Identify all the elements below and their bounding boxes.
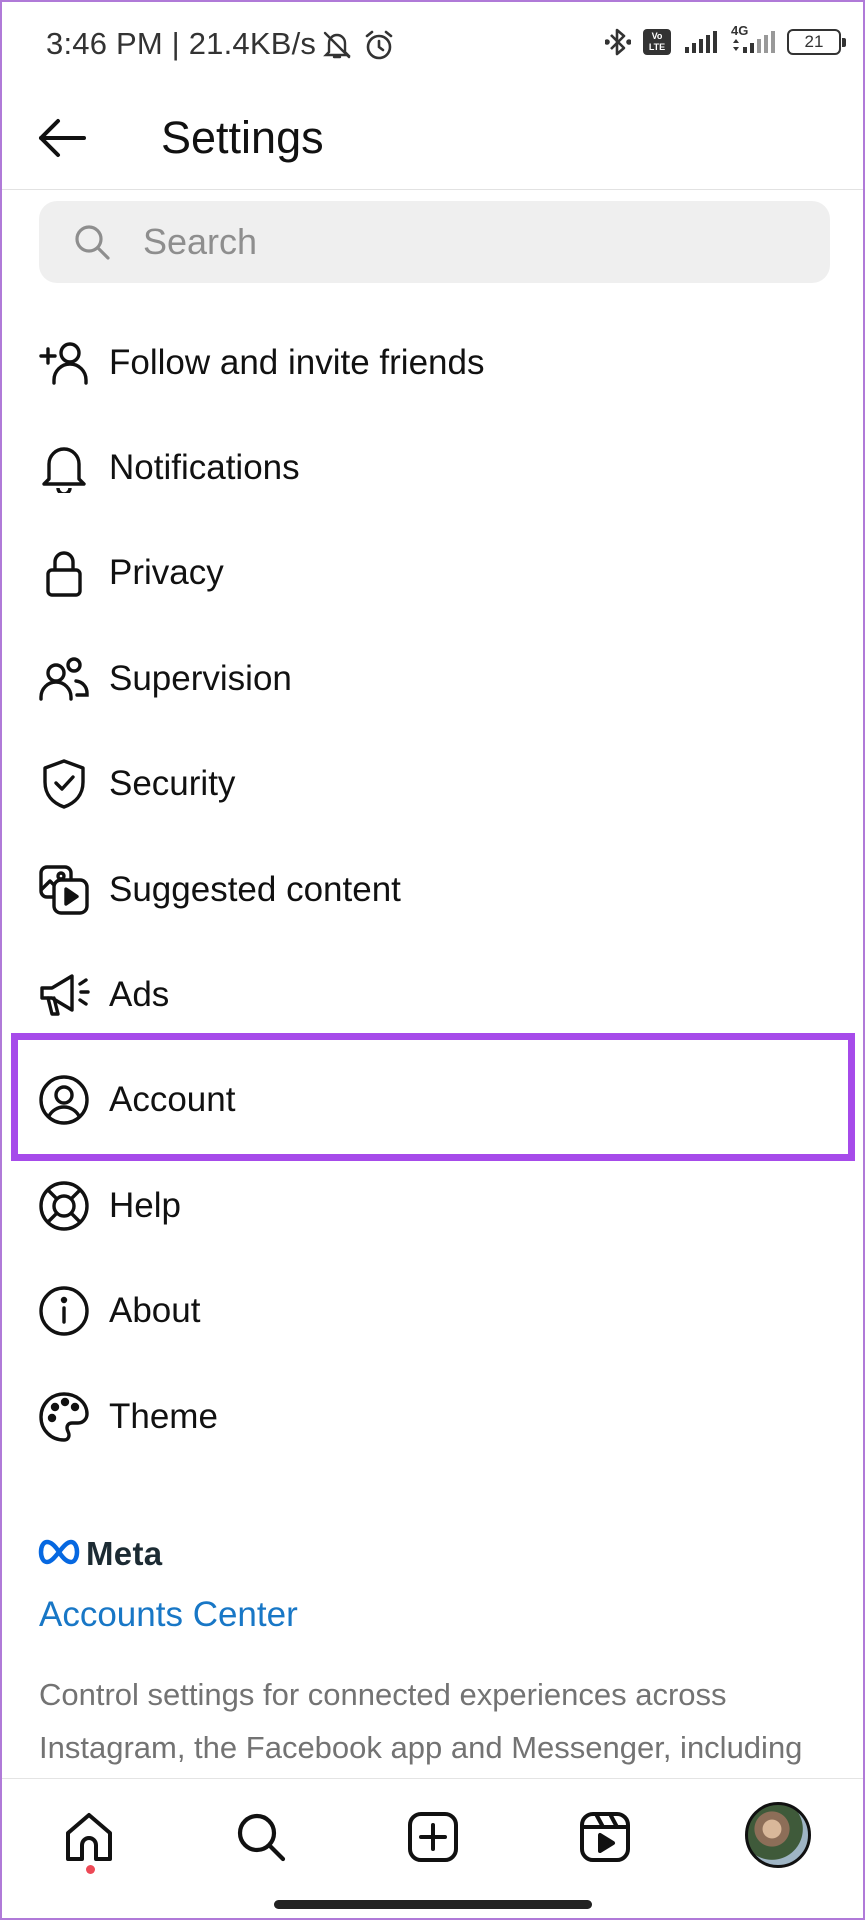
home-indicator: [274, 1900, 592, 1909]
menu-item-privacy[interactable]: Privacy: [2, 521, 863, 626]
search-icon: [235, 1811, 287, 1868]
menu-label: Theme: [109, 1396, 218, 1436]
megaphone-icon: [38, 969, 90, 1021]
nav-reels[interactable]: [573, 1807, 637, 1871]
menu-label: Privacy: [109, 553, 224, 593]
menu-item-theme[interactable]: Theme: [2, 1364, 863, 1469]
reels-icon: [579, 1811, 631, 1868]
notification-dot: [86, 1865, 95, 1874]
menu-item-security[interactable]: Security: [2, 732, 863, 837]
info-icon: [38, 1285, 90, 1337]
menu-label: Help: [109, 1185, 181, 1225]
menu-label: Notifications: [109, 448, 300, 488]
shield-check-icon: [38, 758, 90, 810]
bottom-nav: [2, 1778, 863, 1918]
menu-item-follow-invite[interactable]: Follow and invite friends: [2, 310, 863, 415]
search-icon: [73, 223, 111, 266]
meta-logo: Meta: [38, 1535, 162, 1573]
status-bar: 3:46 PM | 21.4KB/s Vo LTE 4G 21: [2, 2, 863, 88]
alarm-icon: [362, 28, 396, 62]
accounts-center-link[interactable]: Accounts Center: [39, 1595, 298, 1635]
nav-home[interactable]: [57, 1807, 121, 1871]
volte-icon: Vo LTE: [643, 29, 671, 55]
lock-icon: [38, 547, 90, 599]
screen: 3:46 PM | 21.4KB/s Vo LTE 4G 21 Settings…: [0, 0, 865, 1920]
settings-menu: Follow and invite friends Notifications …: [2, 310, 863, 1469]
back-button[interactable]: [32, 110, 92, 170]
menu-label: Supervision: [109, 658, 292, 698]
menu-item-supervision[interactable]: Supervision: [2, 626, 863, 731]
create-icon: [407, 1811, 459, 1868]
accounts-center-description: Control settings for connected experienc…: [39, 1677, 803, 1765]
signal-4g-icon: 4G: [731, 23, 775, 55]
network-label: 4G: [731, 23, 749, 38]
page-title: Settings: [161, 112, 324, 163]
search-bar[interactable]: [39, 201, 830, 283]
menu-item-help[interactable]: Help: [2, 1153, 863, 1258]
menu-label: Suggested content: [109, 869, 401, 909]
battery-icon: 21: [787, 29, 846, 55]
meta-wordmark: Meta: [86, 1535, 163, 1572]
nav-create[interactable]: [401, 1807, 465, 1871]
palette-icon: [38, 1391, 90, 1443]
status-icons-right: Vo LTE 4G 21: [605, 23, 846, 58]
arrow-left-icon: [36, 118, 88, 163]
bell-icon: [38, 442, 90, 494]
menu-label: Follow and invite friends: [109, 342, 485, 382]
home-icon: [63, 1811, 115, 1868]
supervision-icon: [38, 653, 90, 705]
menu-label: Ads: [109, 975, 170, 1015]
header: Settings: [2, 88, 863, 190]
search-input[interactable]: [143, 201, 803, 283]
user-circle-icon: [38, 1074, 90, 1126]
add-person-icon: [38, 337, 90, 389]
meta-infinity-icon: [38, 1539, 80, 1570]
bluetooth-icon: [605, 26, 631, 58]
profile-avatar[interactable]: [745, 1802, 811, 1868]
menu-item-suggested-content[interactable]: Suggested content: [2, 837, 863, 942]
status-time: 3:46 PM | 21.4KB/s: [46, 26, 317, 61]
status-icons-left: [320, 28, 396, 62]
lifebuoy-icon: [38, 1180, 90, 1232]
menu-item-about[interactable]: About: [2, 1259, 863, 1364]
menu-label: Security: [109, 764, 236, 804]
mute-icon: [320, 28, 354, 62]
media-play-icon: [38, 864, 90, 916]
menu-label: About: [109, 1291, 201, 1331]
nav-search[interactable]: [229, 1807, 293, 1871]
menu-label: Account: [109, 1080, 236, 1120]
menu-item-notifications[interactable]: Notifications: [2, 415, 863, 520]
signal-icon: [683, 29, 719, 55]
menu-item-ads[interactable]: Ads: [2, 942, 863, 1047]
menu-item-account[interactable]: Account: [2, 1048, 863, 1153]
